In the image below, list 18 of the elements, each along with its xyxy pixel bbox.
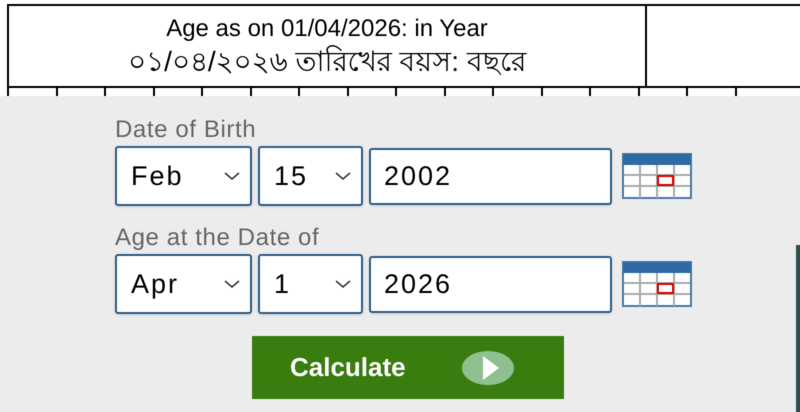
year-input-field[interactable]: 2026 [369, 256, 612, 312]
calendar-icon[interactable] [622, 261, 692, 307]
chevron-down-icon [335, 279, 351, 289]
year-input-field[interactable]: 2002 [369, 148, 612, 204]
day-dropdown[interactable]: 15 [258, 146, 363, 206]
month-dropdown[interactable]: Apr [115, 254, 252, 314]
play-icon [462, 350, 514, 386]
calendar-icon[interactable] [622, 153, 692, 199]
chevron-down-icon [335, 171, 351, 181]
header-title-bengali: ০১/০৪/২০২৬ তারিখের বয়স: বছরে [128, 44, 526, 78]
month-dropdown[interactable]: Feb [115, 146, 252, 206]
day-dropdown[interactable]: 1 [258, 254, 363, 314]
field-label: Age at the Date of [115, 226, 320, 250]
field-label: Date of Birth [115, 118, 258, 142]
chevron-down-icon [224, 279, 240, 289]
calculate-button[interactable]: Calculate [252, 336, 564, 399]
chevron-down-icon [224, 171, 240, 181]
header-title: Age as on 01/04/2026: in Year [166, 14, 488, 44]
